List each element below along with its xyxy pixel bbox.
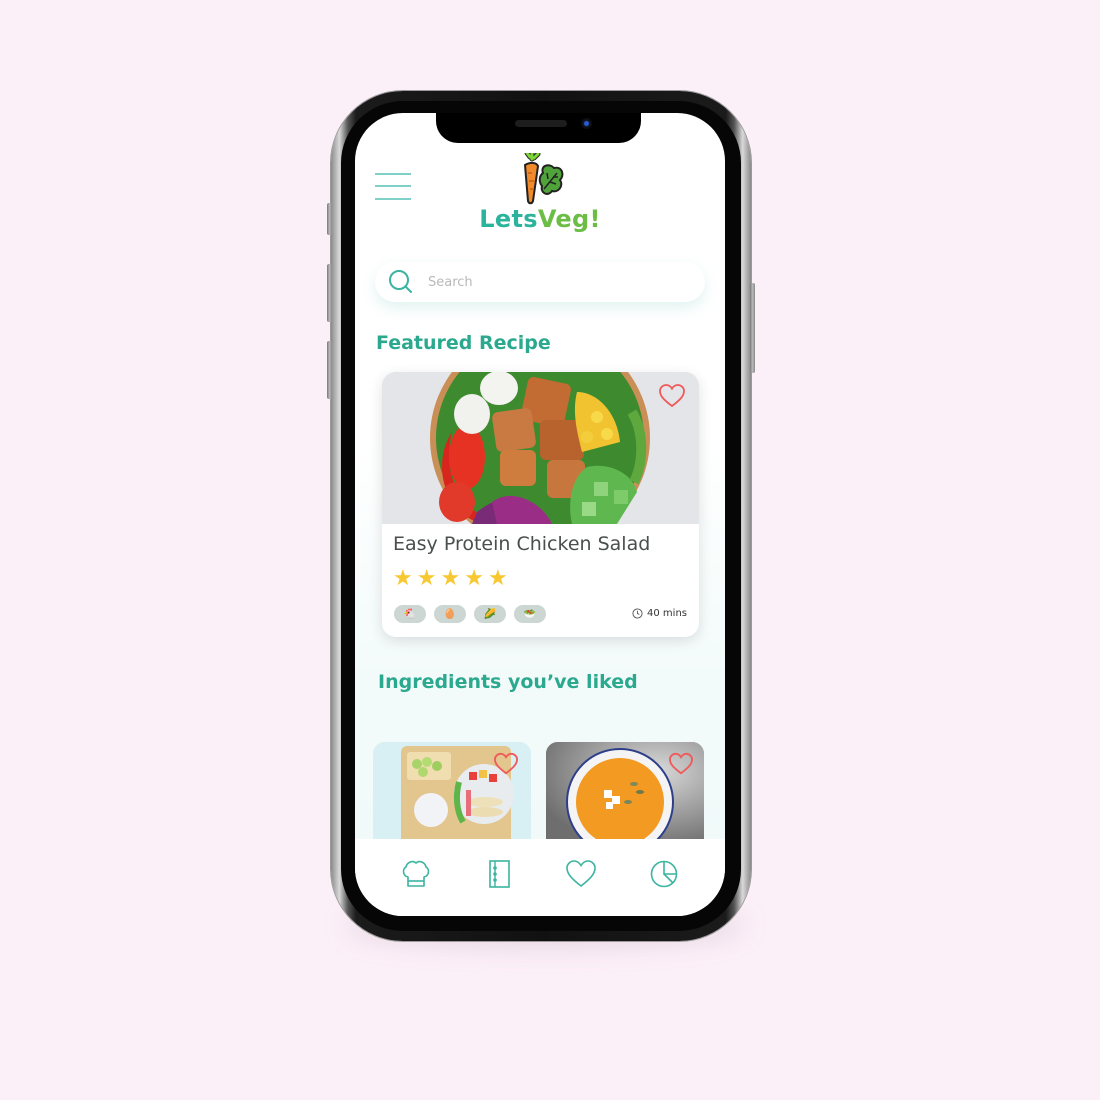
salad-bowl-photo (382, 372, 699, 524)
pie-chart-icon (650, 860, 678, 887)
favorite-heart-icon[interactable] (668, 752, 694, 776)
brand-part-lets: Lets (479, 205, 538, 233)
notebook-icon (488, 859, 510, 888)
star-rating: ★ ★ ★ ★ ★ (393, 568, 508, 590)
nav-stats-button[interactable] (644, 854, 684, 894)
menu-line (375, 198, 411, 200)
volume-up-button (327, 264, 332, 322)
nav-menu-button[interactable] (479, 854, 519, 894)
search-bar[interactable] (375, 262, 705, 302)
menu-line (375, 185, 411, 187)
bottom-navigation (355, 839, 725, 916)
corn-icon[interactable]: 🌽 (474, 605, 506, 623)
star-icon: ★ (487, 566, 508, 591)
cook-time-value: 40 mins (647, 608, 687, 619)
star-icon: ★ (440, 566, 461, 591)
app-screen: LetsVeg! Featured Recipe (355, 113, 725, 916)
power-button (750, 283, 755, 373)
chef-hat-icon (403, 860, 430, 887)
search-input[interactable] (428, 274, 678, 290)
chicken-icon[interactable]: 🐔 (394, 605, 426, 623)
star-icon: ★ (416, 566, 437, 591)
brand-part-veg: Veg! (537, 205, 601, 233)
salad-bowl-icon[interactable]: 🥗 (514, 605, 546, 623)
liked-item-bento-tray[interactable] (373, 742, 531, 840)
silent-switch (327, 203, 332, 235)
ingredient-tags: 🐔 🥚 🌽 🥗 (394, 605, 546, 623)
star-icon: ★ (464, 566, 484, 591)
egg-icon[interactable]: 🥚 (434, 605, 466, 623)
clock-icon (632, 608, 643, 619)
search-icon (389, 270, 412, 293)
recipe-title[interactable]: Easy Protein Chicken Salad (393, 533, 650, 555)
front-camera (581, 118, 592, 129)
featured-recipe-card[interactable]: Easy Protein Chicken Salad ★ ★ ★ ★ ★ 🐔 🥚… (382, 372, 699, 637)
cook-time: 40 mins (632, 608, 687, 619)
phone-speaker (515, 120, 567, 127)
hamburger-menu-icon[interactable] (375, 173, 411, 200)
carrot-lettuce-logo-icon (523, 153, 564, 205)
favorite-heart-icon[interactable] (493, 752, 519, 776)
featured-recipe-heading: Featured Recipe (376, 332, 551, 354)
phone-notch (436, 113, 641, 143)
star-icon: ★ (393, 566, 413, 591)
nav-recipes-button[interactable] (396, 854, 436, 894)
liked-item-pumpkin-soup[interactable] (546, 742, 704, 840)
app-brand-name: LetsVeg! (355, 205, 725, 233)
favorite-heart-icon[interactable] (658, 383, 686, 409)
volume-down-button (327, 341, 332, 399)
menu-line (375, 173, 411, 175)
nav-favorites-button[interactable] (561, 854, 601, 894)
liked-ingredients-heading: Ingredients you’ve liked (378, 671, 638, 693)
heart-icon (566, 859, 597, 887)
